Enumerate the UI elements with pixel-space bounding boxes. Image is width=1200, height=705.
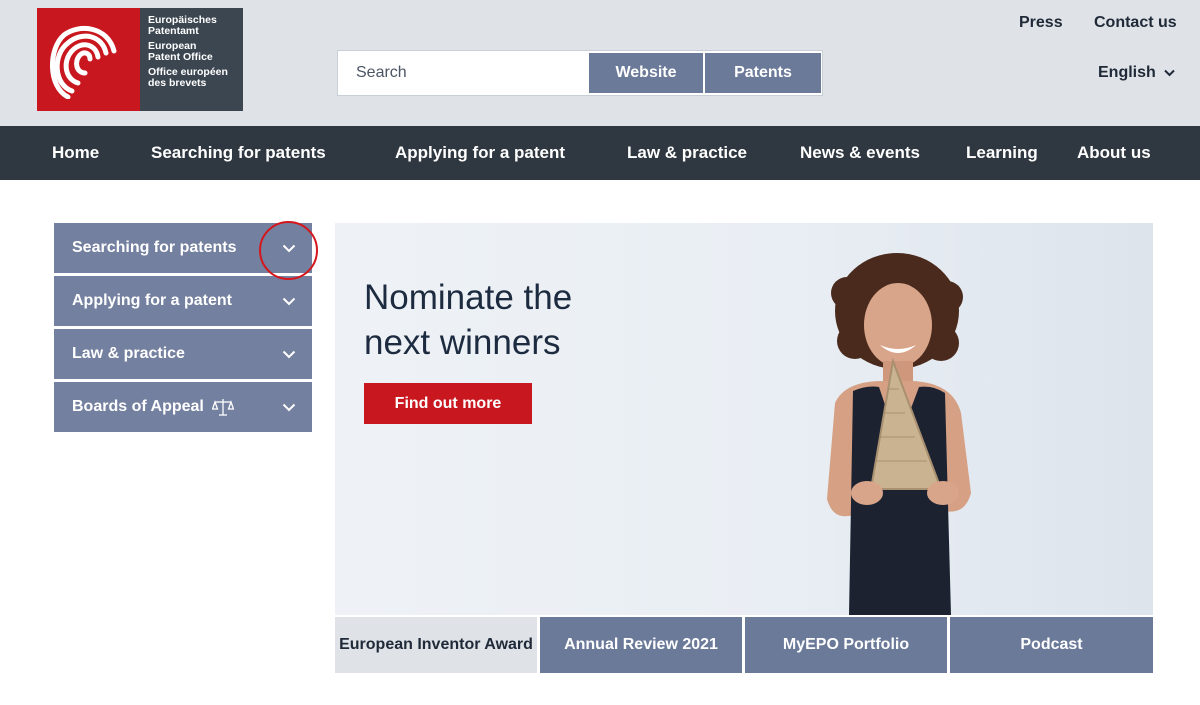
search-scope-website-button[interactable]: Website xyxy=(589,53,703,93)
find-out-more-button[interactable]: Find out more xyxy=(364,383,532,424)
press-link[interactable]: Press xyxy=(1019,14,1063,32)
sidebar-item-label: Law & practice xyxy=(72,345,185,362)
logo-text-fr: Office européen des brevets xyxy=(148,66,228,89)
nav-news-and-events[interactable]: News & events xyxy=(800,126,920,180)
site-header: Europäisches Patentamt European Patent O… xyxy=(0,0,1200,126)
language-selector[interactable]: English xyxy=(1098,64,1175,82)
hero-photo-inventor-with-award xyxy=(827,253,971,615)
nav-learning[interactable]: Learning xyxy=(966,126,1038,180)
sidebar-item-law-and-practice[interactable]: Law & practice xyxy=(54,329,312,379)
sidebar-item-label: Searching for patents xyxy=(72,239,237,256)
main-nav: Home Searching for patents Applying for … xyxy=(0,126,1200,180)
search-bar: Website Patents xyxy=(337,50,823,96)
contact-us-link[interactable]: Contact us xyxy=(1094,14,1177,32)
logo-wordmark: Europäisches Patentamt European Patent O… xyxy=(140,8,243,111)
nav-applying-for-a-patent[interactable]: Applying for a patent xyxy=(395,126,565,180)
sidebar-item-boards-of-appeal[interactable]: Boards of Appeal xyxy=(54,382,312,432)
chevron-down-icon[interactable] xyxy=(282,346,296,364)
search-scope-patents-button[interactable]: Patents xyxy=(705,53,821,93)
nav-home[interactable]: Home xyxy=(52,126,99,180)
logo-text-en: European Patent Office xyxy=(148,40,213,63)
nav-law-and-practice[interactable]: Law & practice xyxy=(627,126,747,180)
language-label: English xyxy=(1098,64,1156,81)
tab-myepo-portfolio[interactable]: MyEPO Portfolio xyxy=(745,617,947,673)
logo-text-de: Europäisches Patentamt xyxy=(148,14,217,37)
sidebar-item-label: Applying for a patent xyxy=(72,292,232,309)
hero-banner: Nominate the next winners Find out more xyxy=(335,223,1153,615)
sidebar-item-label: Boards of Appeal xyxy=(72,398,204,415)
hero-title: Nominate the next winners xyxy=(364,275,664,365)
feature-tabs: European Inventor Award Annual Review 20… xyxy=(335,617,1153,673)
highlight-circle-annotation xyxy=(259,221,318,280)
search-input[interactable] xyxy=(338,51,588,95)
epo-logo[interactable]: Europäisches Patentamt European Patent O… xyxy=(37,8,243,111)
hero-title-line: next winners xyxy=(364,323,561,362)
tab-european-inventor-award[interactable]: European Inventor Award xyxy=(335,617,537,673)
tab-podcast[interactable]: Podcast xyxy=(950,617,1153,673)
nav-about-us[interactable]: About us xyxy=(1077,126,1151,180)
tab-annual-review-2021[interactable]: Annual Review 2021 xyxy=(540,617,742,673)
chevron-down-icon[interactable] xyxy=(282,293,296,311)
hero-title-line: Nominate the xyxy=(364,278,573,317)
sidebar-item-applying-for-a-patent[interactable]: Applying for a patent xyxy=(54,276,312,326)
epo-emblem-icon xyxy=(37,8,140,111)
nav-searching-for-patents[interactable]: Searching for patents xyxy=(151,126,326,180)
chevron-down-icon[interactable] xyxy=(282,399,296,417)
chevron-down-icon xyxy=(1164,64,1175,82)
scales-icon xyxy=(211,397,234,417)
